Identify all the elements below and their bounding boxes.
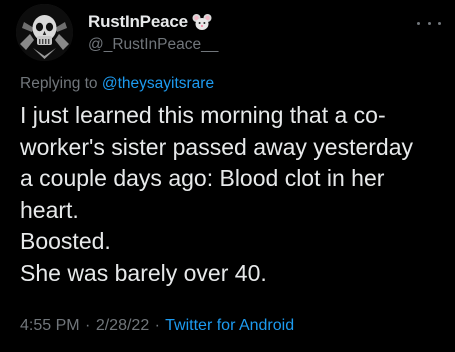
tweet-text-line: She was barely over 40. bbox=[20, 259, 267, 286]
mouse-face-icon bbox=[192, 13, 212, 31]
tweet-text-line: heart. bbox=[20, 196, 79, 223]
replying-to-handle-link[interactable]: @theysayitsrare bbox=[102, 75, 214, 92]
tweet-card: RustInPeace @_RustInPeace__ Replying to … bbox=[0, 0, 455, 352]
meta-separator: · bbox=[154, 317, 160, 334]
replying-to-prefix: Replying to bbox=[20, 75, 102, 92]
skull-avatar-icon[interactable] bbox=[16, 4, 73, 61]
tweet-text-line: Boosted. bbox=[20, 228, 111, 254]
more-dot-icon bbox=[427, 21, 431, 25]
more-dot-icon bbox=[438, 21, 441, 25]
tweet-text: I just learned this morning that a co- w… bbox=[20, 100, 450, 289]
more-dot-icon bbox=[417, 21, 420, 25]
tweet-text-line: a couple days ago: Blood clot in her bbox=[20, 165, 385, 191]
tweet-metadata: 4:55 PM · 2/28/22 · Twitter for Android bbox=[20, 317, 294, 335]
replying-to-line: Replying to @theysayitsrare bbox=[20, 75, 214, 93]
meta-separator: · bbox=[85, 317, 91, 334]
more-options-icon[interactable] bbox=[417, 14, 441, 32]
tweet-text-line: I just learned this morning that a co- bbox=[20, 102, 386, 128]
tweet-date[interactable]: 2/28/22 bbox=[96, 317, 149, 334]
tweet-text-line: worker's sister passed away yesterday bbox=[20, 133, 413, 160]
tweet-source-link[interactable]: Twitter for Android bbox=[165, 317, 294, 334]
tweet-time[interactable]: 4:55 PM bbox=[20, 317, 80, 334]
author-handle[interactable]: @_RustInPeace__ bbox=[88, 36, 218, 54]
author-name-row[interactable]: RustInPeace bbox=[88, 11, 212, 33]
author-display-name[interactable]: RustInPeace bbox=[88, 12, 188, 32]
